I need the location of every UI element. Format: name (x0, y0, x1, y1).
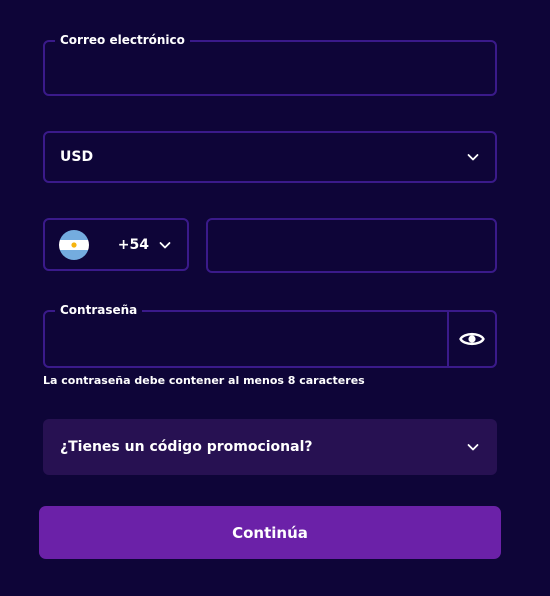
email-label: Correo electrónico (55, 32, 190, 48)
password-field[interactable]: Contraseña (43, 302, 497, 368)
registration-form: Correo electrónico USD +54 Contraseña La… (0, 0, 550, 596)
chevron-down-icon (467, 154, 479, 161)
chevron-down-icon (159, 241, 171, 248)
password-hint: La contraseña debe contener al menos 8 c… (43, 374, 365, 387)
password-label: Contraseña (55, 302, 143, 318)
continue-button[interactable]: Continúa (39, 506, 501, 559)
argentina-flag-icon (59, 229, 89, 260)
dial-code: +54 (117, 236, 149, 253)
promo-code-label: ¿Tienes un código promocional? (60, 439, 313, 455)
currency-value: USD (60, 149, 94, 165)
country-code-select[interactable]: +54 (43, 218, 189, 271)
toggle-password-visibility-button[interactable] (447, 312, 495, 366)
eye-icon (459, 332, 485, 346)
phone-number-input[interactable] (206, 218, 497, 273)
currency-select[interactable]: USD (43, 131, 497, 183)
promo-code-toggle[interactable]: ¿Tienes un código promocional? (43, 419, 497, 475)
email-field[interactable]: Correo electrónico (43, 32, 497, 96)
password-input[interactable] (45, 312, 447, 366)
chevron-down-icon (467, 444, 479, 451)
